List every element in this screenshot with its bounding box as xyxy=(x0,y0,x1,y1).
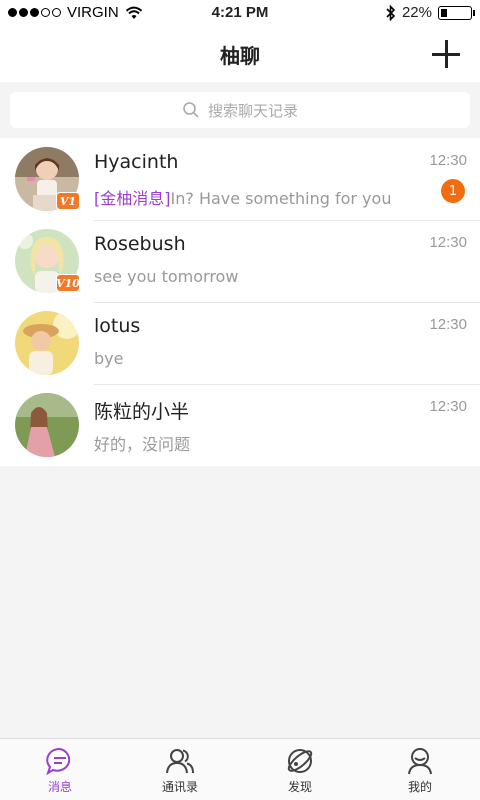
battery-level xyxy=(441,8,448,17)
chat-name: Hyacinth xyxy=(94,151,179,173)
chat-name: Rosebush xyxy=(94,233,186,255)
vip-badge: V1 xyxy=(56,192,80,210)
bluetooth-icon xyxy=(386,4,396,21)
chat-time: 12:30 xyxy=(429,316,467,333)
tab-label: 发现 xyxy=(287,780,312,794)
chat-preview: see you tomorrow xyxy=(94,267,239,286)
page-title: 柚聊 xyxy=(220,44,260,68)
chat-item-rosebush[interactable]: V10 Rosebush 12:30 see you tomorrow xyxy=(0,220,480,302)
tab-contacts[interactable]: 通讯录 xyxy=(120,739,240,800)
tab-profile[interactable]: 我的 xyxy=(360,739,480,800)
contacts-icon xyxy=(166,749,194,774)
preview-text: In? Have something for you xyxy=(170,189,392,208)
battery-icon xyxy=(438,5,475,20)
chat-time: 12:30 xyxy=(429,152,467,169)
add-button[interactable] xyxy=(432,40,460,68)
chat-item-lotus[interactable]: lotus 12:30 bye xyxy=(0,302,480,384)
search-icon xyxy=(183,102,199,118)
tab-messages[interactable]: 消息 xyxy=(0,739,120,800)
search-input[interactable]: 搜索聊天记录 xyxy=(10,92,470,128)
vip-badge: V10 xyxy=(56,274,80,292)
tab-label: 我的 xyxy=(407,780,432,794)
tab-bar: 消息 通讯录 发现 我的 xyxy=(0,738,480,800)
search-placeholder: 搜索聊天记录 xyxy=(207,101,298,120)
chat-name: 陈粒的小半 xyxy=(94,401,190,423)
tab-label: 消息 xyxy=(47,780,72,794)
avatar[interactable] xyxy=(15,393,79,457)
message-tag: [金柚消息] xyxy=(94,189,171,208)
chat-item-hyacinth[interactable]: V1 Hyacinth 12:30 [金柚消息]In? Have somethi… xyxy=(0,138,480,220)
chat-time: 12:30 xyxy=(429,234,467,251)
chat-name: lotus xyxy=(94,315,141,337)
chat-preview: 好的，没问题 xyxy=(94,435,191,454)
battery-percent: 22% xyxy=(401,4,432,21)
status-right: 22% xyxy=(386,4,475,21)
chat-time: 12:30 xyxy=(429,398,467,415)
discover-icon xyxy=(287,749,313,773)
tab-discover[interactable]: 发现 xyxy=(240,739,360,800)
search-area: 搜索聊天记录 xyxy=(0,82,480,138)
nav-bar: 柚聊 xyxy=(0,26,480,82)
chat-preview: bye xyxy=(94,349,124,368)
chat-item-chenli[interactable]: 陈粒的小半 12:30 好的，没问题 xyxy=(0,384,480,466)
chat-preview: [金柚消息]In? Have something for you xyxy=(94,185,391,209)
chat-list: V1 Hyacinth 12:30 [金柚消息]In? Have somethi… xyxy=(0,138,480,466)
profile-icon xyxy=(408,748,432,775)
tab-label: 通讯录 xyxy=(161,780,198,794)
avatar[interactable] xyxy=(15,311,79,375)
status-bar: VIRGIN 4:21 PM 22% xyxy=(0,0,480,26)
message-icon xyxy=(46,747,71,776)
unread-badge: 1 xyxy=(441,179,465,203)
